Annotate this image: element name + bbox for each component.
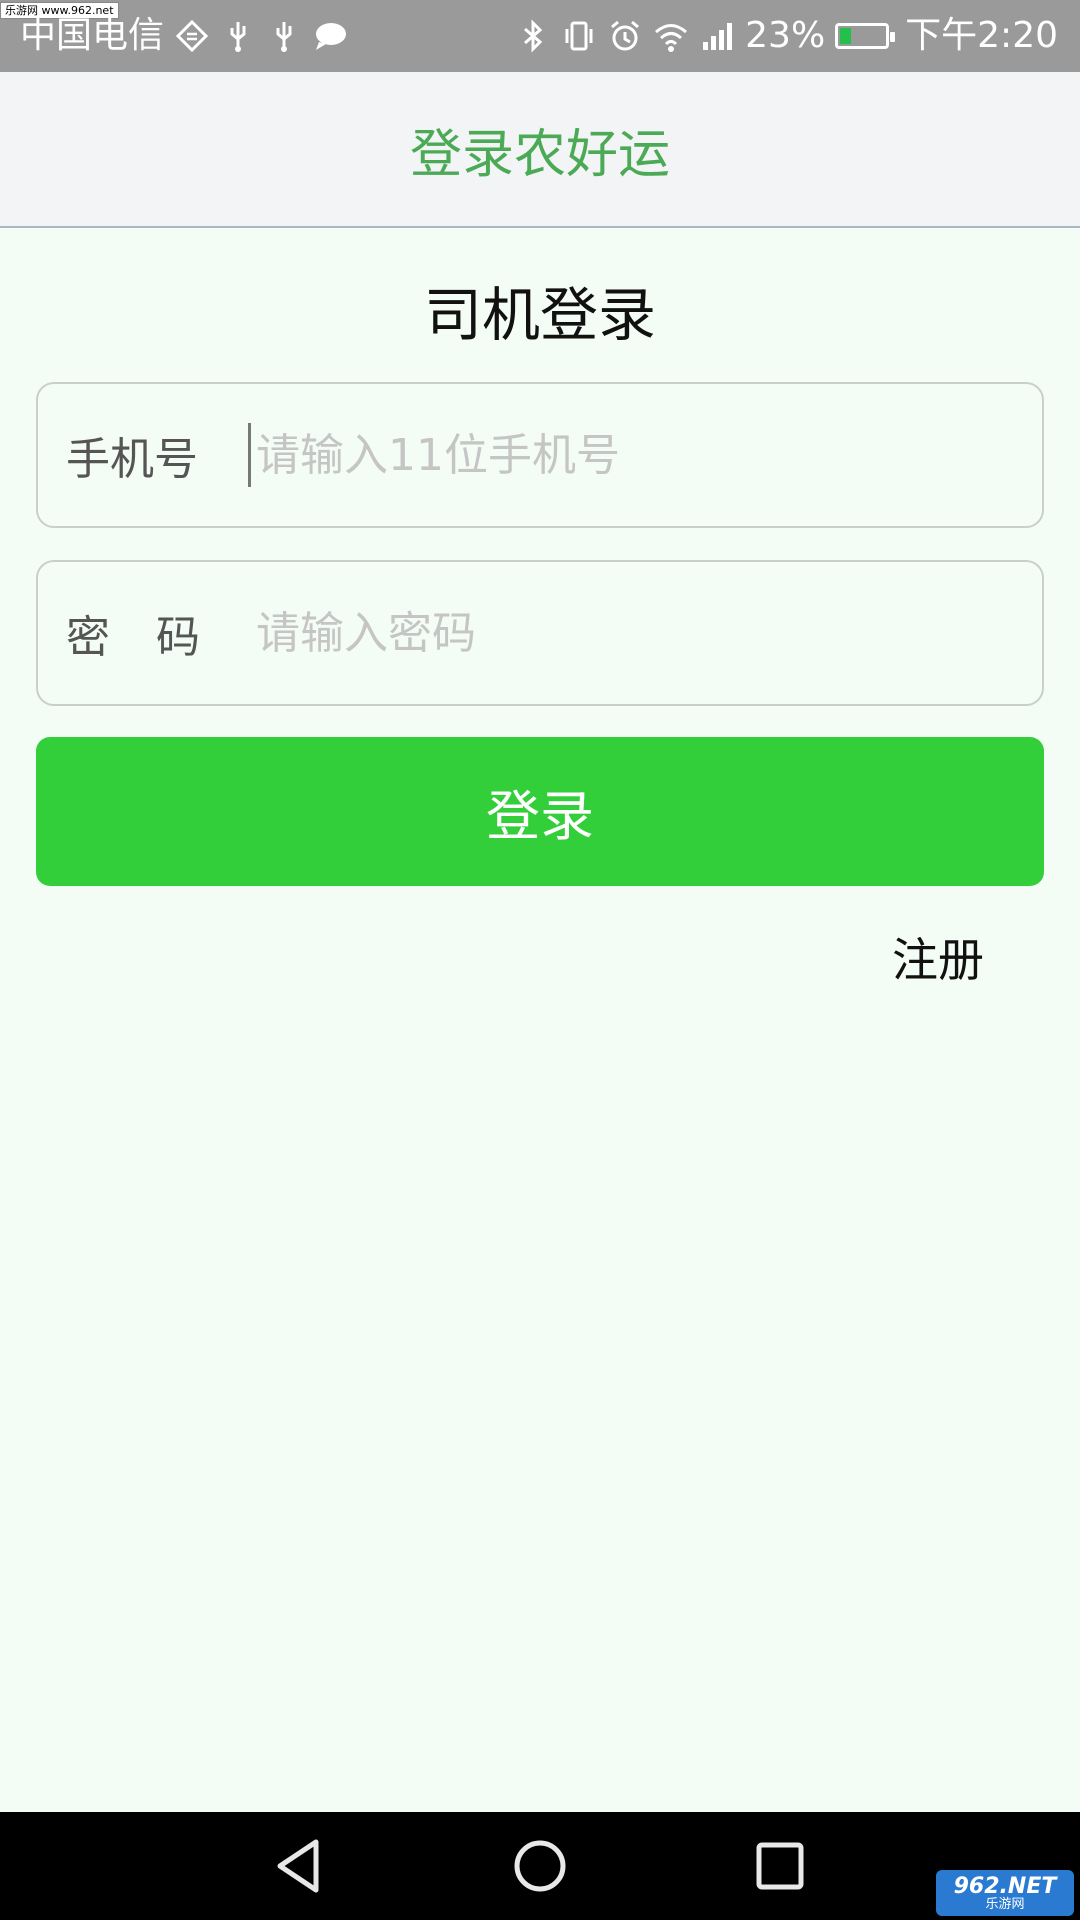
password-label: 密码 bbox=[66, 612, 246, 663]
alarm-icon bbox=[607, 18, 643, 54]
recent-apps-icon[interactable] bbox=[744, 1830, 816, 1902]
status-left: 中国电信 bbox=[20, 0, 348, 72]
status-right: 23% 下午2:20 bbox=[515, 0, 1058, 72]
login-button[interactable]: 登录 bbox=[36, 737, 1044, 886]
battery-percent: 23% bbox=[745, 15, 826, 56]
wifi-icon bbox=[653, 18, 689, 54]
password-field[interactable]: 密码 bbox=[36, 560, 1044, 706]
login-heading: 司机登录 bbox=[423, 281, 656, 349]
usb-icon bbox=[220, 18, 256, 54]
page-title: 登录农好运 bbox=[409, 124, 670, 185]
watermark-logo-text: 962.NET bbox=[953, 1873, 1057, 1899]
clock: 下午2:20 bbox=[905, 15, 1058, 56]
message-icon bbox=[312, 18, 348, 54]
phone-input[interactable] bbox=[248, 420, 1018, 490]
navigation-bar: 962.NET 乐游网 bbox=[0, 1812, 1080, 1920]
back-icon[interactable] bbox=[264, 1830, 336, 1902]
phone-label: 手机号 bbox=[66, 434, 198, 485]
nfc-icon bbox=[174, 18, 210, 54]
phone-field[interactable]: 手机号 bbox=[36, 382, 1044, 528]
carrier-name: 中国电信 bbox=[20, 15, 165, 56]
bluetooth-icon bbox=[515, 18, 551, 54]
battery-level-fill bbox=[840, 28, 852, 44]
register-link[interactable]: 注册 bbox=[892, 930, 984, 990]
battery-icon bbox=[835, 23, 896, 49]
watermark-logo-subtext: 乐游网 bbox=[985, 1896, 1025, 1912]
watermark-logo: 962.NET 乐游网 bbox=[936, 1870, 1074, 1916]
vibrate-icon bbox=[561, 18, 597, 54]
usb-icon bbox=[266, 18, 302, 54]
home-icon[interactable] bbox=[504, 1830, 576, 1902]
signal-icon bbox=[699, 18, 735, 54]
title-bar: 登录农好运 bbox=[0, 72, 1080, 228]
password-input[interactable] bbox=[248, 598, 1018, 668]
status-bar: 乐游网 www.962.net 中国电信 23% 下午2:20 bbox=[0, 0, 1080, 72]
